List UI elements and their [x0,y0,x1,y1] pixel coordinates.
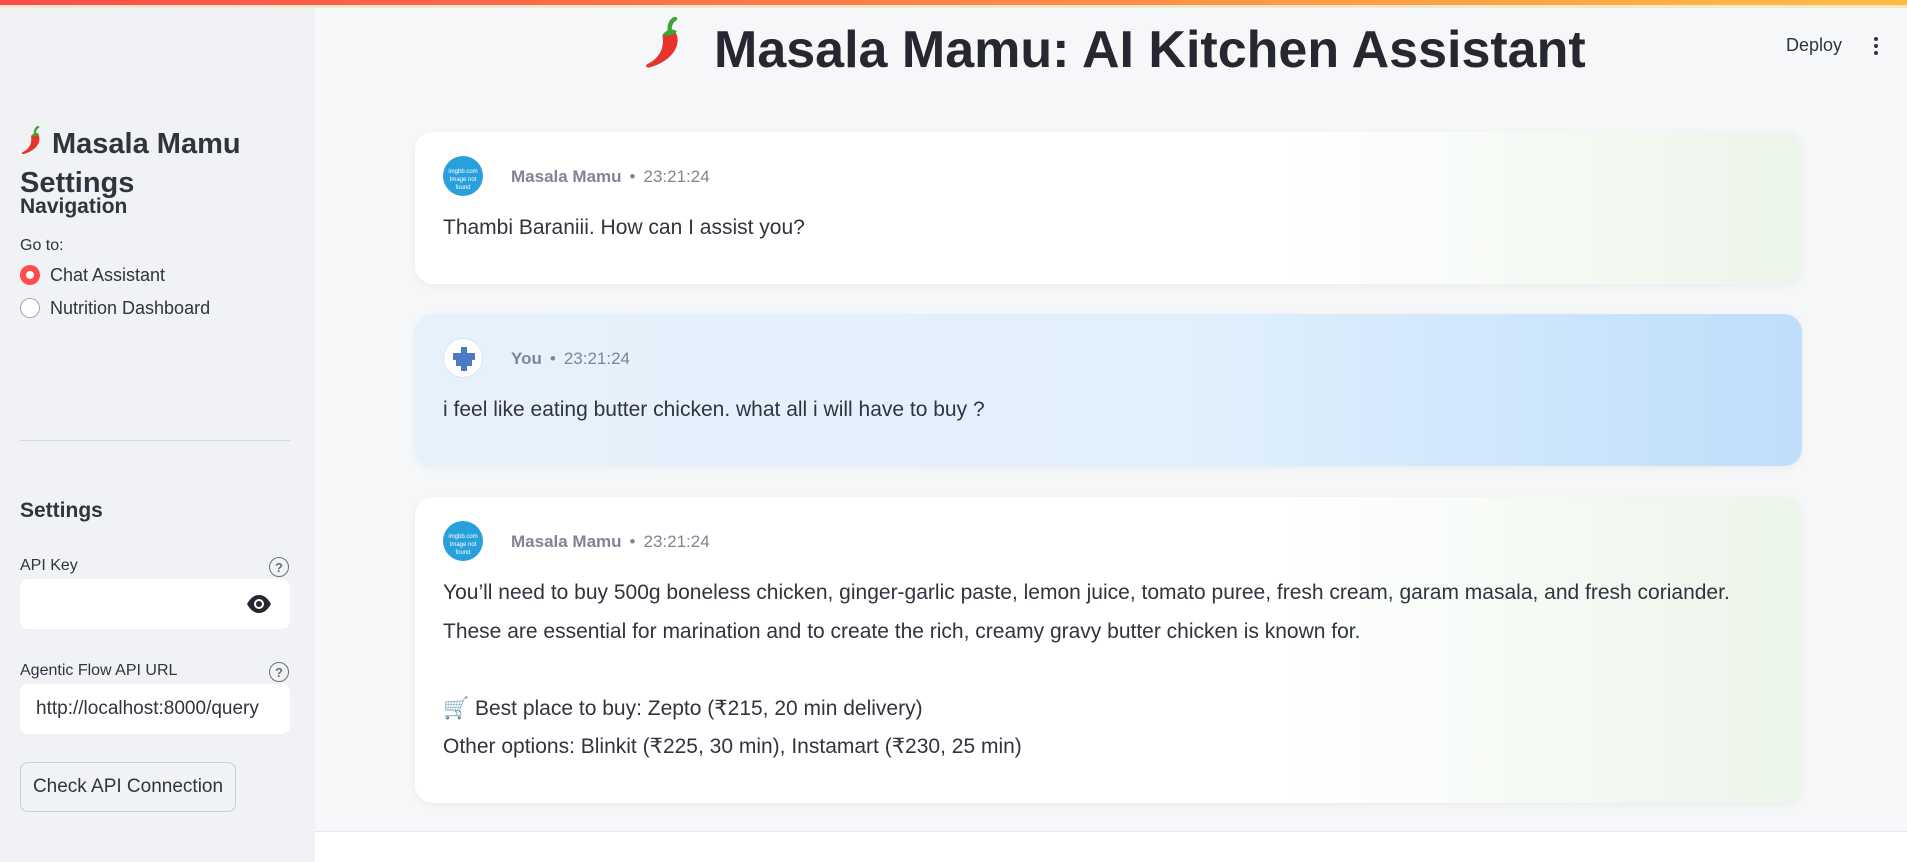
settings-heading: Settings [20,499,103,522]
timestamp: 23:21:24 [643,532,710,551]
sidebar-title: Masala Mamu Settings [20,125,290,201]
api-url-label: Agentic Flow API URL [20,662,178,679]
message-text: Thambi Baraniii. How can I assist you? [443,209,805,248]
help-icon[interactable]: ? [269,662,289,682]
chat-input-area[interactable] [315,831,1907,862]
chili-pepper-icon [642,16,690,84]
chili-pepper-icon [20,125,46,165]
message-line-blank [443,651,1730,690]
sender-name: Masala Mamu [511,167,622,186]
api-url-input[interactable] [20,684,290,734]
api-url-field[interactable] [20,684,290,734]
message-line: Thambi Baraniii. How can I assist you? [443,216,805,239]
main-content: Masala Mamu: AI Kitchen Assistant Deploy… [315,8,1907,862]
chat-message: imgbb.com Image not found Masala Mamu • 23… [415,497,1802,803]
user-avatar [443,338,483,378]
chat-message: You • 23:21:24 i feel like eating butter c… [415,314,1802,466]
sender-name: You [511,349,542,368]
page-title: Masala Mamu: AI Kitchen Assistant [642,16,1586,80]
kebab-menu-icon[interactable] [1870,33,1882,59]
message-meta: You • 23:21:24 [511,349,630,368]
navigation-heading: Navigation [20,195,128,218]
message-meta: Masala Mamu • 23:21:24 [511,532,710,551]
api-key-field[interactable] [20,579,290,629]
sidebar-title-text: Masala Mamu Settings [20,128,241,199]
message-line: Other options: Blinkit (₹225, 30 min), I… [443,735,1022,758]
top-decoration-bar [0,0,1907,8]
chat-message: imgbb.com Image not found Masala Mamu • 23… [415,132,1802,284]
radio-selected-icon[interactable] [20,265,40,285]
assistant-avatar: imgbb.com Image not found [443,521,483,561]
sidebar: Masala Mamu Settings Navigation Go to: C… [0,8,315,862]
api-key-label: API Key [20,557,78,574]
message-text: i feel like eating butter chicken. what … [443,391,985,430]
message-meta: Masala Mamu • 23:21:24 [511,167,710,186]
go-to-label: Go to: [20,237,64,254]
nav-option-nutrition-dashboard[interactable]: Nutrition Dashboard [20,296,210,320]
nav-option-chat-assistant[interactable]: Chat Assistant [20,263,165,287]
deploy-button[interactable]: Deploy [1786,35,1842,56]
radio-unselected-icon[interactable] [20,298,40,318]
timestamp: 23:21:24 [643,167,710,186]
check-api-connection-button[interactable]: Check API Connection [20,762,236,812]
nav-option-label: Nutrition Dashboard [50,297,211,318]
message-line: These are essential for marination and t… [443,619,1361,643]
sidebar-divider [20,440,290,441]
assistant-avatar: imgbb.com Image not found [443,156,483,196]
eye-icon[interactable] [246,593,272,615]
timestamp: 23:21:24 [563,349,630,368]
help-icon[interactable]: ? [269,557,289,577]
message-text: You’ll need to buy 500g boneless chicken… [443,574,1730,767]
nav-option-label: Chat Assistant [50,264,166,285]
sender-name: Masala Mamu [511,532,622,551]
message-line: You’ll need to buy 500g boneless chicken… [443,581,1730,604]
page-title-text: Masala Mamu: AI Kitchen Assistant [714,21,1586,79]
message-line: i feel like eating butter chicken. what … [443,398,985,421]
message-line: 🛒 Best place to buy: Zepto (₹215, 20 min… [443,696,923,720]
